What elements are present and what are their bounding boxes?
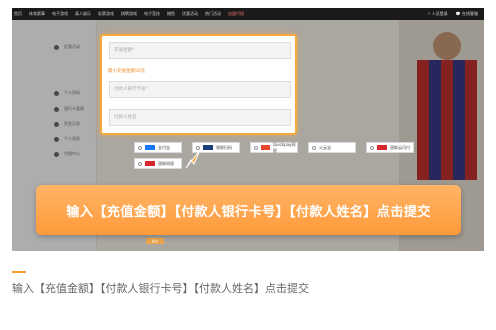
radio-icon bbox=[138, 145, 142, 150]
pointer-arrow-icon bbox=[185, 149, 201, 169]
nav-item-esports[interactable]: 电子竞技 bbox=[144, 11, 160, 17]
nav-item-promos[interactable]: 优惠活动 bbox=[182, 11, 198, 17]
nav-item-agent[interactable]: 加盟代理 bbox=[228, 11, 244, 17]
min-amount-hint: 最小充值金额50元 bbox=[108, 69, 146, 74]
step-caption: 输入【充值金额】【付款人银行卡号】【付款人姓名】点击提交 bbox=[12, 282, 309, 295]
nav-item-fishing[interactable]: 捕鱼 bbox=[167, 11, 175, 17]
card-number-field[interactable]: 付款人银行卡号* bbox=[109, 81, 291, 98]
nav-item-cards[interactable]: 棋牌游戏 bbox=[121, 11, 137, 17]
alipay-logo-icon bbox=[145, 145, 155, 150]
highlighted-form-card: 充值金额* 最小充值金额50元 付款人银行卡号* 付款人姓名 bbox=[100, 34, 297, 135]
pay-option-quickpay[interactable]: Quickpay网银 bbox=[250, 142, 298, 153]
top-nav-bar: 首页 体育赛事 电子游戏 真人娱乐 彩票游戏 棋牌游戏 电子竞技 捕鱼 优惠活动… bbox=[12, 8, 484, 20]
radio-icon bbox=[370, 145, 374, 150]
pay-option-cloudpay[interactable]: 银联云闪付 bbox=[366, 142, 414, 153]
quickpay-logo-icon bbox=[260, 145, 270, 150]
nav-item-sports[interactable]: 体育赛事 bbox=[29, 11, 45, 17]
pay-option-label: 支付宝 bbox=[158, 144, 170, 150]
pay-option-label: 银联扫码 bbox=[216, 144, 232, 150]
pay-option-label: 火云宝 bbox=[319, 144, 331, 150]
radio-icon bbox=[312, 145, 316, 150]
nav-item-events[interactable]: 热门活动 bbox=[205, 11, 221, 17]
pay-option-unionpay-bank[interactable]: 银联网银 bbox=[134, 158, 182, 169]
nav-item-live[interactable]: 真人娱乐 bbox=[75, 11, 91, 17]
payer-name-field[interactable]: 付款人姓名 bbox=[109, 109, 291, 126]
submit-button[interactable]: 提交 bbox=[146, 238, 164, 244]
accent-divider bbox=[12, 271, 26, 273]
instruction-banner: 输入【充值金额】【付款人银行卡号】【付款人姓名】点击提交 bbox=[36, 185, 461, 235]
nav-item-home[interactable]: 首页 bbox=[14, 11, 22, 17]
radio-icon bbox=[254, 145, 258, 150]
login-link[interactable]: ⚡ 人员登录 bbox=[428, 11, 448, 17]
pay-option-label: Quickpay网银 bbox=[272, 141, 296, 153]
cloudpay-logo-icon bbox=[377, 145, 387, 150]
pay-option-alipay[interactable]: 支付宝 bbox=[134, 142, 182, 153]
nav-item-lottery[interactable]: 彩票游戏 bbox=[98, 11, 114, 17]
unionpay-logo-icon bbox=[203, 145, 213, 150]
pay-channel-row: 支付宝 银联扫码 Quickpay网银 火云宝 银联云闪付 bbox=[134, 142, 424, 153]
instruction-banner-text: 输入【充值金额】【付款人银行卡号】【付款人姓名】点击提交 bbox=[66, 204, 431, 220]
unionpay-bank-logo-icon bbox=[145, 161, 155, 166]
amount-field[interactable]: 充值金额* bbox=[109, 42, 291, 59]
radio-icon bbox=[138, 161, 142, 166]
pay-option-label: 银联网银 bbox=[158, 160, 174, 166]
support-link[interactable]: 💬 在线客服 bbox=[456, 11, 478, 17]
pay-option-label: 银联云闪付 bbox=[390, 144, 410, 150]
pay-option-huoyun[interactable]: 火云宝 bbox=[308, 142, 356, 153]
nav-item-slots[interactable]: 电子游戏 bbox=[52, 11, 68, 17]
